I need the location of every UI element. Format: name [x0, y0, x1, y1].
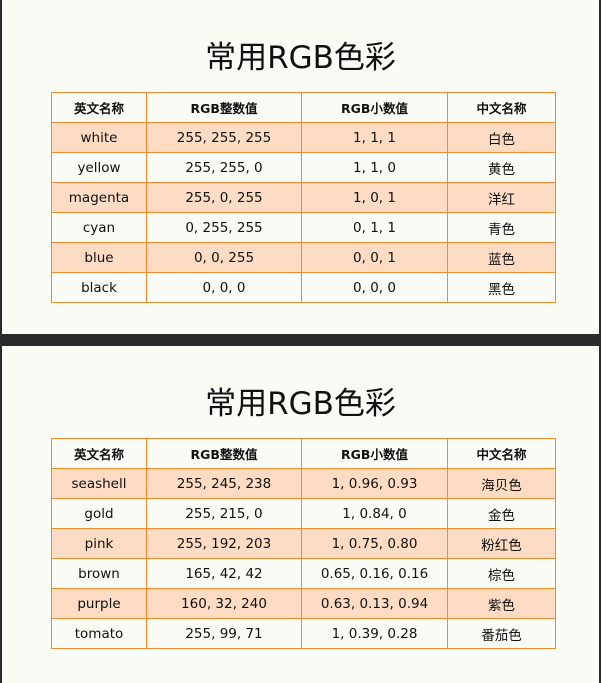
cell-english-name: tomato: [51, 618, 147, 649]
cell-chinese-name: 青色: [447, 212, 556, 243]
header-rgb-decimal: RGB小数值: [301, 438, 448, 469]
cell-chinese-name: 白色: [447, 122, 556, 153]
cell-english-name: black: [51, 272, 147, 303]
table-row: black 0, 0, 0 0, 0, 0 黑色: [51, 272, 556, 303]
cell-english-name: yellow: [51, 152, 147, 183]
cell-english-name: blue: [51, 242, 147, 273]
table-row: seashell 255, 245, 238 1, 0.96, 0.93 海贝色: [51, 468, 556, 499]
cell-rgb-decimal: 1, 0, 1: [301, 182, 448, 213]
page-title: 常用RGB色彩: [205, 40, 396, 76]
header-chinese-name: 中文名称: [447, 92, 556, 123]
table-header-row: 英文名称 RGB整数值 RGB小数值 中文名称: [51, 92, 556, 123]
cell-rgb-decimal: 0, 0, 1: [301, 242, 448, 273]
table-header-row: 英文名称 RGB整数值 RGB小数值 中文名称: [51, 438, 556, 469]
cell-chinese-name: 棕色: [447, 558, 556, 589]
cell-rgb-decimal: 0, 0, 0: [301, 272, 448, 303]
table-row: magenta 255, 0, 255 1, 0, 1 洋红: [51, 182, 556, 213]
cell-rgb-decimal: 0.63, 0.13, 0.94: [301, 588, 448, 619]
cell-english-name: white: [51, 122, 147, 153]
cell-chinese-name: 洋红: [447, 182, 556, 213]
table-row: tomato 255, 99, 71 1, 0.39, 0.28 番茄色: [51, 618, 556, 649]
cell-rgb-decimal: 1, 1, 1: [301, 122, 448, 153]
cell-english-name: brown: [51, 558, 147, 589]
cell-rgb-integer: 0, 0, 255: [146, 242, 302, 273]
cell-rgb-integer: 255, 255, 255: [146, 122, 302, 153]
table-row: pink 255, 192, 203 1, 0.75, 0.80 粉红色: [51, 528, 556, 559]
cell-chinese-name: 黑色: [447, 272, 556, 303]
cell-rgb-integer: 255, 245, 238: [146, 468, 302, 499]
cell-rgb-integer: 255, 215, 0: [146, 498, 302, 529]
table-row: blue 0, 0, 255 0, 0, 1 蓝色: [51, 242, 556, 273]
rgb-table-panel-2: 常用RGB色彩 英文名称 RGB整数值 RGB小数值 中文名称 seashell…: [2, 346, 599, 683]
cell-rgb-integer: 0, 0, 0: [146, 272, 302, 303]
header-chinese-name: 中文名称: [447, 438, 556, 469]
cell-rgb-integer: 255, 255, 0: [146, 152, 302, 183]
cell-chinese-name: 紫色: [447, 588, 556, 619]
table-row: gold 255, 215, 0 1, 0.84, 0 金色: [51, 498, 556, 529]
cell-english-name: magenta: [51, 182, 147, 213]
table-row: white 255, 255, 255 1, 1, 1 白色: [51, 122, 556, 153]
cell-rgb-decimal: 0, 1, 1: [301, 212, 448, 243]
header-rgb-decimal: RGB小数值: [301, 92, 448, 123]
header-rgb-integer: RGB整数值: [146, 92, 302, 123]
cell-chinese-name: 黄色: [447, 152, 556, 183]
cell-rgb-integer: 165, 42, 42: [146, 558, 302, 589]
rgb-color-table: 英文名称 RGB整数值 RGB小数值 中文名称 white 255, 255, …: [51, 92, 556, 303]
table-row: cyan 0, 255, 255 0, 1, 1 青色: [51, 212, 556, 243]
page-title: 常用RGB色彩: [205, 386, 396, 422]
cell-chinese-name: 海贝色: [447, 468, 556, 499]
cell-rgb-integer: 255, 192, 203: [146, 528, 302, 559]
rgb-color-table: 英文名称 RGB整数值 RGB小数值 中文名称 seashell 255, 24…: [51, 438, 556, 649]
cell-rgb-integer: 160, 32, 240: [146, 588, 302, 619]
cell-rgb-decimal: 1, 0.75, 0.80: [301, 528, 448, 559]
cell-rgb-decimal: 0.65, 0.16, 0.16: [301, 558, 448, 589]
cell-chinese-name: 金色: [447, 498, 556, 529]
cell-english-name: purple: [51, 588, 147, 619]
header-english-name: 英文名称: [51, 92, 147, 123]
table-row: yellow 255, 255, 0 1, 1, 0 黄色: [51, 152, 556, 183]
table-row: purple 160, 32, 240 0.63, 0.13, 0.94 紫色: [51, 588, 556, 619]
table-row: brown 165, 42, 42 0.65, 0.16, 0.16 棕色: [51, 558, 556, 589]
cell-english-name: seashell: [51, 468, 147, 499]
cell-rgb-decimal: 1, 0.96, 0.93: [301, 468, 448, 499]
cell-english-name: cyan: [51, 212, 147, 243]
cell-rgb-integer: 255, 0, 255: [146, 182, 302, 213]
cell-rgb-decimal: 1, 1, 0: [301, 152, 448, 183]
cell-chinese-name: 粉红色: [447, 528, 556, 559]
header-rgb-integer: RGB整数值: [146, 438, 302, 469]
header-english-name: 英文名称: [51, 438, 147, 469]
cell-rgb-integer: 0, 255, 255: [146, 212, 302, 243]
cell-chinese-name: 蓝色: [447, 242, 556, 273]
rgb-table-panel-1: 常用RGB色彩 英文名称 RGB整数值 RGB小数值 中文名称 white 25…: [2, 0, 599, 334]
cell-rgb-integer: 255, 99, 71: [146, 618, 302, 649]
cell-chinese-name: 番茄色: [447, 618, 556, 649]
cell-rgb-decimal: 1, 0.39, 0.28: [301, 618, 448, 649]
cell-english-name: gold: [51, 498, 147, 529]
cell-rgb-decimal: 1, 0.84, 0: [301, 498, 448, 529]
cell-english-name: pink: [51, 528, 147, 559]
